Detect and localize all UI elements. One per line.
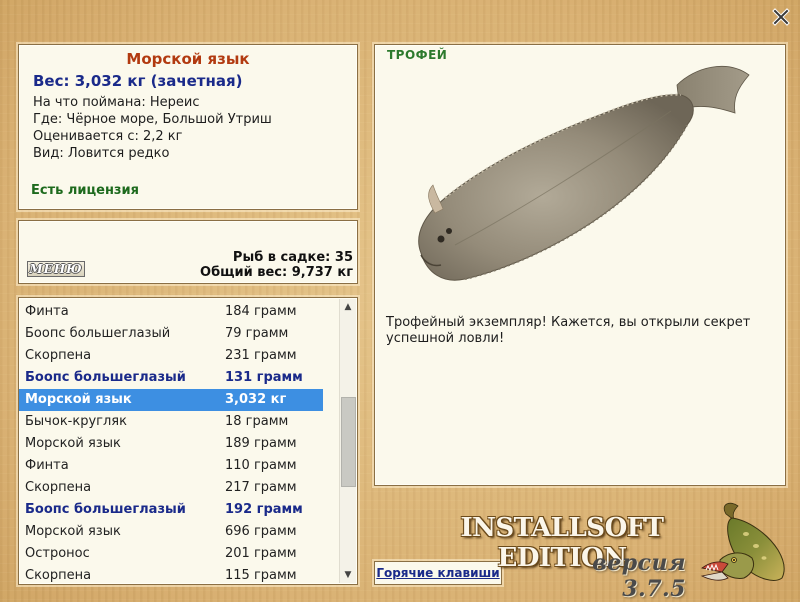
- fish-weight-value: 192 грамм: [225, 502, 303, 517]
- catch-list-panel: Финта 184 грамм Боопс большеглазый 79 грам…: [18, 297, 358, 585]
- list-item[interactable]: Боопс большеглазый 192 грамм: [19, 499, 323, 521]
- fish-name: Морской язык: [25, 392, 132, 407]
- close-button[interactable]: [772, 8, 790, 26]
- fish-name: Боопс большеглазый: [25, 370, 186, 385]
- fish-name: Скорпена: [25, 480, 92, 495]
- trophy-description: Трофейный экземпляр! Кажется, вы открыли…: [386, 315, 751, 346]
- list-item[interactable]: Боопс большеглазый 79 грамм: [19, 323, 323, 345]
- fish-name: Остронос: [25, 546, 90, 561]
- fish-name: Морской язык: [25, 524, 121, 539]
- fish-weight-value: 131 грамм: [225, 370, 303, 385]
- menu-button[interactable]: МЕНЮ: [27, 261, 85, 277]
- fish-name: Морской язык: [25, 436, 121, 451]
- pike-fish-logo: [700, 502, 785, 581]
- fish-weight-value: 189 грамм: [225, 436, 297, 451]
- catch-list: Финта 184 грамм Боопс большеглазый 79 грам…: [19, 301, 323, 584]
- list-item[interactable]: Скорпена 115 грамм: [19, 565, 323, 584]
- fish-weight-value: 3,032 кг: [225, 392, 287, 407]
- version-label: версия 3.7.5: [592, 550, 686, 602]
- list-item[interactable]: Бычок-кругляк 18 грамм: [19, 411, 323, 433]
- trophy-panel: ТРОФЕЙ Трофейный экземпляр! Кажется, вы …: [374, 44, 786, 486]
- scrollbar-thumb[interactable]: [341, 397, 356, 487]
- list-item[interactable]: Остронос 201 грамм: [19, 543, 323, 565]
- fish-weight-value: 79 грамм: [225, 326, 289, 341]
- keepnet-summary-panel: МЕНЮ Рыб в садке: 35 Общий вес: 9,737 кг: [18, 220, 358, 284]
- list-item[interactable]: Морской язык 3,032 кг: [19, 389, 323, 411]
- sole-fish-image: [418, 66, 750, 281]
- fish-name: Скорпена: [25, 348, 92, 363]
- close-icon: [772, 8, 790, 26]
- list-item[interactable]: Боопс большеглазый 131 грамм: [19, 367, 323, 389]
- fish-weight-value: 115 грамм: [225, 568, 297, 583]
- fish-name: Боопс большеглазый: [25, 326, 171, 341]
- fish-name: Боопс большеглазый: [25, 502, 186, 517]
- fish-weight-value: 201 грамм: [225, 546, 297, 561]
- fish-weight-value: 231 грамм: [225, 348, 297, 363]
- fish-weight-value: 184 грамм: [225, 304, 297, 319]
- info-bait: На что поймана: Нереис: [33, 95, 200, 110]
- list-item[interactable]: Морской язык 189 грамм: [19, 433, 323, 455]
- fish-title: Морской язык: [126, 50, 250, 68]
- license-status: Есть лицензия: [31, 183, 139, 198]
- catch-list-scrollbar[interactable]: ▲ ▼: [339, 299, 356, 583]
- list-item[interactable]: Морской язык 696 грамм: [19, 521, 323, 543]
- fish-weight-value: 217 грамм: [225, 480, 297, 495]
- fish-count: Рыб в садке: 35: [232, 250, 353, 265]
- info-min-weight: Оценивается с: 2,2 кг: [33, 129, 183, 144]
- list-item[interactable]: Финта 184 грамм: [19, 301, 323, 323]
- fish-name: Бычок-кругляк: [25, 414, 127, 429]
- scroll-up-arrow-icon[interactable]: ▲: [340, 299, 356, 315]
- scroll-down-arrow-icon[interactable]: ▼: [340, 567, 356, 583]
- fish-weight-value: 110 грамм: [225, 458, 297, 473]
- fish-name: Финта: [25, 304, 69, 319]
- fish-name: Финта: [25, 458, 69, 473]
- info-location: Где: Чёрное море, Большой Утриш: [33, 112, 272, 127]
- list-item[interactable]: Скорпена 231 грамм: [19, 345, 323, 367]
- fish-name: Скорпена: [25, 568, 92, 583]
- total-weight: Общий вес: 9,737 кг: [200, 265, 353, 280]
- info-rarity: Вид: Ловится редко: [33, 146, 170, 161]
- fish-info-panel: Морской язык Вес: 3,032 кг (зачетная) На…: [18, 44, 358, 210]
- fish-weight: Вес: 3,032 кг (зачетная): [33, 72, 243, 90]
- list-item[interactable]: Финта 110 грамм: [19, 455, 323, 477]
- fish-weight-value: 696 грамм: [225, 524, 297, 539]
- fish-weight-value: 18 грамм: [225, 414, 289, 429]
- list-item[interactable]: Скорпена 217 грамм: [19, 477, 323, 499]
